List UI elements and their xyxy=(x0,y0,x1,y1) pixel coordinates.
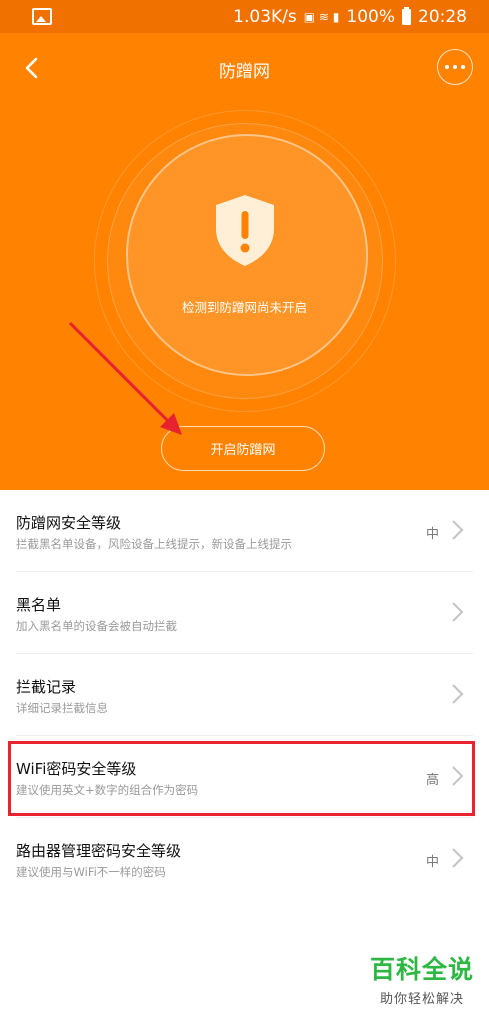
watermark-sub: 助你轻松解决 xyxy=(379,992,464,1007)
annotation-highlight-box xyxy=(8,741,475,816)
watermark-main: 百科全说 xyxy=(369,955,474,984)
row-value: 中 xyxy=(425,855,439,870)
settings-list: 防蹭网安全等级 拦截黑名单设备，风险设备上线提示，新设备上线提示 中 黑名单 加… xyxy=(0,490,489,899)
more-icon[interactable] xyxy=(437,49,473,85)
row-title: 黑名单 xyxy=(16,596,62,614)
chevron-right-icon xyxy=(452,520,464,540)
settings-row-blacklist[interactable]: 黑名单 加入黑名单的设备会被自动拦截 xyxy=(16,572,473,654)
row-subtitle: 建议使用与WiFi不一样的密码 xyxy=(16,865,166,879)
shield-alert-icon xyxy=(216,195,274,266)
row-value: 中 xyxy=(425,527,439,542)
row-title: 拦截记录 xyxy=(16,678,77,696)
image-icon xyxy=(32,8,52,25)
battery-icon xyxy=(402,6,411,25)
clock: 20:28 xyxy=(418,6,467,27)
status-bar: 1.03K/s ▣ ≋ ▮ 100% 20:28 xyxy=(0,0,489,33)
row-subtitle: 拦截黑名单设备，风险设备上线提示，新设备上线提示 xyxy=(16,537,292,551)
signal-icon: ▣ ≋ ▮ xyxy=(303,9,340,24)
row-subtitle: 详细记录拦截信息 xyxy=(16,701,108,715)
enable-protection-button[interactable]: 开启防蹭网 xyxy=(161,426,325,471)
row-subtitle: 加入黑名单的设备会被自动拦截 xyxy=(16,619,177,633)
row-title: 路由器管理密码安全等级 xyxy=(16,842,182,860)
watermark: 百科全说 助你轻松解决 xyxy=(362,950,482,1007)
settings-row-protection-level[interactable]: 防蹭网安全等级 拦截黑名单设备，风险设备上线提示，新设备上线提示 中 xyxy=(16,490,473,572)
network-speed: 1.03K/s xyxy=(233,6,297,27)
protection-status-text: 检测到防蹭网尚未开启 xyxy=(181,300,307,315)
header-panel: 防蹭网 检测到防蹭网尚未开启 开启防蹭网 xyxy=(0,33,489,490)
page-title: 防蹭网 xyxy=(219,62,270,82)
row-title: 防蹭网安全等级 xyxy=(16,514,122,532)
chevron-right-icon xyxy=(452,684,464,704)
chevron-right-icon xyxy=(452,602,464,622)
settings-row-router-admin-password-level[interactable]: 路由器管理密码安全等级 建议使用与WiFi不一样的密码 中 xyxy=(16,818,473,899)
battery-percent: 100% xyxy=(346,6,395,27)
chevron-right-icon xyxy=(452,848,464,868)
settings-row-block-log[interactable]: 拦截记录 详细记录拦截信息 xyxy=(16,654,473,736)
